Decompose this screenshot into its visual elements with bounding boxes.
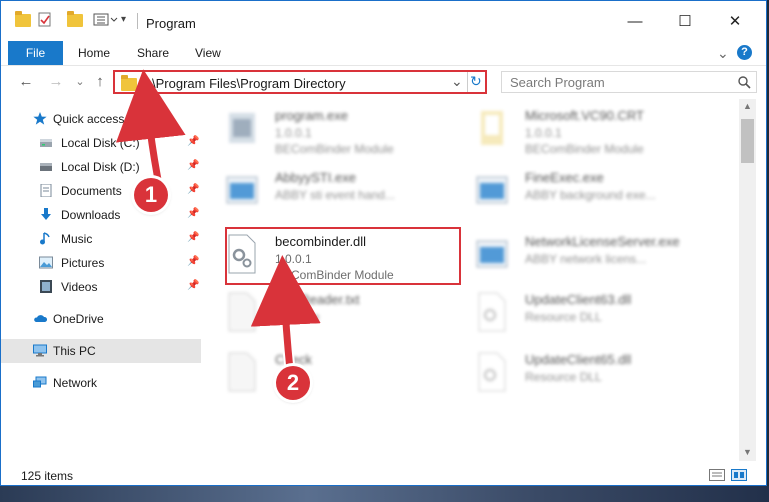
annotation-arrows bbox=[115, 69, 321, 371]
step-2-badge: 2 bbox=[276, 366, 310, 400]
step-1-badge: 1 bbox=[134, 178, 168, 212]
